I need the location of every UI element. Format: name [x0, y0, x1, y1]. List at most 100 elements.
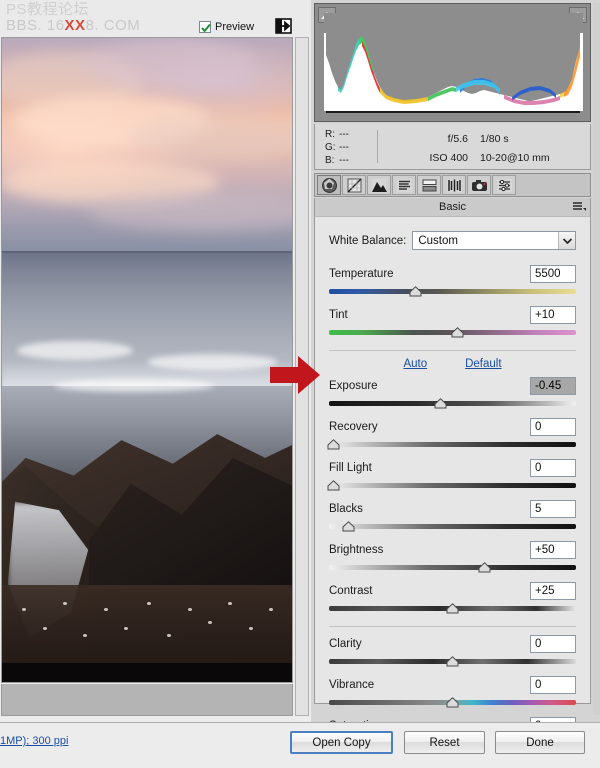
white-balance-select[interactable]: Custom — [412, 231, 576, 250]
auto-link[interactable]: Auto — [403, 358, 427, 370]
slider-vibrance: Vibrance 0 — [329, 675, 576, 709]
sliders-host: Temperature 5500 Tint +10 Auto Default Exposur… — [327, 264, 576, 750]
slider-thumb[interactable] — [451, 327, 464, 338]
slider-track-area[interactable] — [329, 697, 576, 709]
white-balance-row: White Balance: Custom — [329, 231, 576, 250]
tab-camera-calibration[interactable] — [467, 175, 491, 195]
checkmark-icon — [201, 23, 211, 33]
white-balance-value: Custom — [418, 234, 458, 247]
g-label: G: — [325, 142, 336, 153]
slider-label: Brightness — [329, 543, 384, 556]
auto-default-row: Auto Default — [329, 358, 576, 370]
slider-fill-light: Fill Light 0 — [327, 458, 576, 492]
slider-track-area[interactable] — [329, 603, 576, 615]
image-size-link[interactable]: 1MP); 300 ppi — [0, 735, 68, 747]
slider-thumb[interactable] — [327, 439, 340, 450]
preview-checkbox[interactable]: Preview — [199, 21, 254, 33]
slider-label: Vibrance — [329, 678, 375, 691]
panel-scrollbar[interactable] — [593, 3, 600, 715]
iso-value: ISO 400 — [429, 152, 468, 164]
slider-thumb[interactable] — [478, 562, 491, 573]
panel-menu-icon[interactable] — [572, 201, 586, 216]
watermark: PS教程论坛 BBS. 16XX8. COM — [6, 2, 140, 33]
slider-track-area[interactable] — [329, 286, 576, 298]
bird — [62, 601, 67, 605]
slider-value-field[interactable]: 0 — [530, 634, 576, 653]
slider-exposure: Exposure -0.45 — [329, 376, 576, 410]
horizon-line — [2, 250, 292, 253]
slider-value-field[interactable]: 0 — [530, 675, 576, 694]
slider-label: Exposure — [329, 379, 378, 392]
b-label: B: — [325, 155, 335, 166]
slider-track-area[interactable] — [329, 521, 576, 533]
slider-thumb[interactable] — [409, 286, 422, 297]
foam — [16, 340, 133, 360]
slider-value-field[interactable]: +10 — [530, 305, 576, 324]
slider-value-field[interactable]: +50 — [530, 540, 576, 559]
slider-track[interactable] — [329, 401, 576, 406]
histogram-graph — [324, 13, 583, 116]
slider-value-field[interactable]: 5500 — [530, 264, 576, 283]
tab-basic[interactable] — [317, 175, 341, 195]
slider-track[interactable] — [329, 483, 576, 488]
tab-tone-curve[interactable] — [342, 175, 366, 195]
slider-track-area[interactable] — [329, 656, 576, 668]
tab-hsl-grayscale[interactable] — [392, 175, 416, 195]
slider-track-area[interactable] — [327, 480, 576, 492]
slider-track[interactable] — [329, 524, 576, 529]
slider-thumb[interactable] — [342, 521, 355, 532]
slider-track-area[interactable] — [329, 327, 576, 339]
done-button[interactable]: Done — [495, 731, 585, 754]
slider-label: Recovery — [329, 420, 378, 433]
slider-track[interactable] — [329, 289, 576, 294]
fullscreen-toggle-icon[interactable] — [273, 16, 295, 36]
lens-value: 10-20@10 mm — [480, 152, 550, 164]
slider-track-area[interactable] — [329, 562, 576, 574]
chevron-down-icon[interactable] — [558, 232, 575, 249]
reset-button[interactable]: Reset — [404, 731, 485, 754]
g-value: --- — [339, 142, 349, 153]
checkbox-box[interactable] — [199, 21, 211, 33]
slider-value-field[interactable]: 5 — [530, 499, 576, 518]
slider-label: Blacks — [329, 502, 363, 515]
tab-detail[interactable] — [367, 175, 391, 195]
tab-presets[interactable] — [492, 175, 516, 195]
slider-value-field[interactable]: 0 — [530, 417, 576, 436]
preview-scrollbar[interactable] — [295, 37, 309, 716]
open-copy-button[interactable]: Open Copy — [290, 731, 393, 754]
slider-thumb[interactable] — [446, 603, 459, 614]
watermark-line2: BBS. 16XX8. COM — [6, 17, 141, 34]
slider-value-field[interactable]: 0 — [530, 458, 576, 477]
slider-thumb[interactable] — [327, 480, 340, 491]
slider-value-field[interactable]: +25 — [530, 581, 576, 600]
camera-raw-window: PS教程论坛 BBS. 16XX8. COM Preview R: --- G:… — [0, 0, 600, 768]
raw-image-preview[interactable] — [1, 37, 293, 683]
slider-track[interactable] — [329, 565, 576, 570]
slider-label: Tint — [329, 308, 348, 321]
default-link[interactable]: Default — [465, 358, 501, 370]
histogram-panel[interactable] — [314, 3, 591, 122]
slider-track[interactable] — [329, 442, 576, 447]
tab-lens-corrections[interactable] — [442, 175, 466, 195]
slider-label: Fill Light — [329, 461, 372, 474]
preview-footer-band — [1, 684, 293, 716]
preview-pane: PS教程论坛 BBS. 16XX8. COM Preview — [0, 0, 311, 722]
lens-icon — [446, 178, 462, 192]
slider-thumb[interactable] — [434, 398, 447, 409]
sliders-icon — [496, 178, 512, 192]
lines-icon — [396, 178, 412, 192]
bird — [228, 601, 233, 605]
slider-thumb[interactable] — [446, 656, 459, 667]
slider-track-area[interactable] — [329, 398, 576, 410]
slider-brightness: Brightness +50 — [329, 540, 576, 574]
slider-track-area[interactable] — [327, 439, 576, 451]
bird — [147, 601, 151, 605]
slider-thumb[interactable] — [446, 697, 459, 708]
curve-icon — [347, 178, 361, 192]
tab-split-toning[interactable] — [417, 175, 441, 195]
exif-readout-panel: R: --- G: --- B: --- f/5.6 1/80 s ISO 400 1… — [314, 124, 591, 170]
panel-header: Basic — [314, 198, 591, 216]
slider-value-field[interactable]: -0.45 — [530, 376, 576, 395]
bird — [187, 608, 192, 612]
foam — [147, 353, 278, 370]
